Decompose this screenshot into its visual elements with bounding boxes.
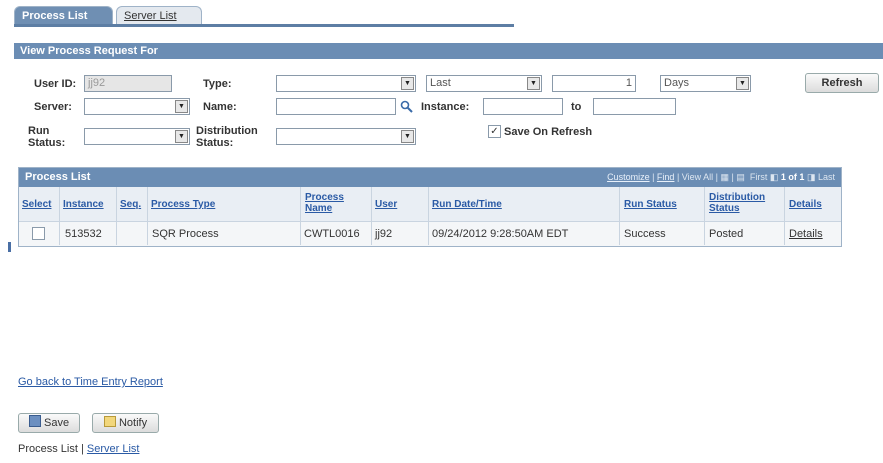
row-instance: 513532 [65, 228, 102, 240]
envelope-icon [103, 416, 116, 427]
name-field[interactable] [276, 98, 396, 115]
grid-toolbar: Customize | Find | View All | ▦ | ▤ Firs… [607, 172, 835, 182]
row-process-type: SQR Process [152, 228, 219, 240]
column-divider [784, 187, 785, 245]
view-all-link[interactable]: View All [682, 172, 713, 182]
user-id-field: jj92 [84, 75, 172, 92]
save-icon [28, 415, 41, 427]
bottom-process-list-link[interactable]: Process List [18, 443, 78, 455]
back-to-time-entry-link[interactable]: Go back to Time Entry Report [18, 376, 163, 388]
save-on-refresh-checkbox[interactable]: ✓ [488, 125, 501, 138]
distribution-status-label-line2: Status: [196, 137, 234, 149]
col-user[interactable]: User [375, 199, 397, 210]
col-select[interactable]: Select [22, 199, 51, 210]
tab-server-list[interactable]: Server List [116, 6, 202, 25]
find-link[interactable]: Find [657, 172, 675, 182]
user-id-label: User ID: [34, 78, 77, 90]
run-status-label-line2: Status: [28, 137, 66, 149]
column-divider [371, 187, 372, 245]
col-instance[interactable]: Instance [63, 199, 104, 210]
notify-button[interactable]: Notify [92, 413, 159, 433]
filter-section-header: View Process Request For [14, 43, 883, 59]
bottom-server-list-link[interactable]: Server List [87, 443, 140, 455]
col-details[interactable]: Details [789, 199, 822, 210]
bottom-link-separator: | [80, 443, 84, 455]
col-run-status[interactable]: Run Status [624, 199, 677, 210]
col-run-datetime[interactable]: Run Date/Time [432, 199, 502, 210]
row-select-checkbox[interactable] [32, 227, 45, 240]
server-label: Server: [34, 101, 72, 113]
col-process-name-line1[interactable]: Process [305, 192, 344, 203]
unit-select[interactable]: Days ▼ [660, 75, 751, 92]
range-indicator: 1 of 1 [780, 172, 805, 182]
chevron-down-icon[interactable]: ▼ [527, 77, 540, 90]
column-divider [116, 187, 117, 245]
col-process-name-line2[interactable]: Name [305, 203, 332, 214]
to-label: to [571, 101, 582, 113]
search-icon[interactable] [400, 100, 413, 113]
table-row: 513532 SQR Process CWTL0016 jj92 09/24/2… [19, 222, 841, 246]
process-list-header: Process List Customize | Find | View All… [19, 168, 841, 187]
col-distribution-status-line1[interactable]: Distribution [709, 192, 765, 203]
distribution-status-select[interactable]: ▼ [276, 128, 416, 145]
refresh-button[interactable]: Refresh [805, 73, 879, 93]
server-select[interactable]: ▼ [84, 98, 190, 115]
first-link[interactable]: First [750, 172, 768, 182]
tab-underline [14, 24, 514, 27]
instance-to-field[interactable] [593, 98, 676, 115]
download-icon[interactable]: ▦ [720, 172, 729, 182]
column-divider [300, 187, 301, 245]
scroll-marker [8, 242, 11, 252]
name-label: Name: [203, 101, 237, 113]
last-select-value: Last [430, 77, 451, 89]
tab-process-list[interactable]: Process List [14, 6, 113, 25]
first-arrow-icon[interactable]: ◧ [770, 172, 779, 182]
chevron-down-icon[interactable]: ▼ [736, 77, 749, 90]
process-list-title: Process List [25, 171, 91, 183]
chevron-down-icon[interactable]: ▼ [401, 130, 414, 143]
column-header-row: Select Instance Seq. Process Type Proces… [19, 187, 841, 222]
last-select[interactable]: Last ▼ [426, 75, 542, 92]
row-distribution-status: Posted [709, 228, 744, 240]
customize-link[interactable]: Customize [607, 172, 650, 182]
type-select[interactable]: ▼ [276, 75, 416, 92]
run-status-label-line1: Run [28, 125, 50, 137]
distribution-status-label-line1: Distribution [196, 125, 258, 137]
column-divider [59, 187, 60, 245]
column-divider [147, 187, 148, 245]
row-run-status: Success [624, 228, 666, 240]
col-process-type[interactable]: Process Type [151, 199, 215, 210]
bottom-navigation: Process List | Server List [18, 443, 139, 455]
column-divider [704, 187, 705, 245]
type-label: Type: [203, 78, 232, 90]
save-button-label: Save [43, 417, 70, 429]
last-arrow-icon[interactable]: ◨ [807, 172, 816, 182]
unit-select-value: Days [664, 77, 690, 89]
chevron-down-icon[interactable]: ▼ [175, 130, 188, 143]
chart-icon[interactable]: ▤ [736, 172, 745, 182]
row-details-link[interactable]: Details [789, 228, 823, 241]
col-distribution-status-line2[interactable]: Status [709, 203, 740, 214]
col-seq[interactable]: Seq. [120, 199, 141, 210]
save-on-refresh-label: Save On Refresh [504, 126, 593, 138]
row-run-datetime: 09/24/2012 9:28:50AM EDT [432, 228, 569, 240]
row-process-name: CWTL0016 [304, 228, 360, 240]
instance-label: Instance: [421, 101, 470, 113]
row-user: jj92 [375, 228, 393, 240]
save-button[interactable]: Save [18, 413, 80, 433]
run-status-select[interactable]: ▼ [84, 128, 190, 145]
chevron-down-icon[interactable]: ▼ [175, 100, 188, 113]
column-divider [428, 187, 429, 245]
notify-button-label: Notify [118, 417, 148, 429]
process-list-grid: Process List Customize | Find | View All… [18, 167, 842, 247]
column-divider [619, 187, 620, 245]
chevron-down-icon[interactable]: ▼ [401, 77, 414, 90]
instance-from-field[interactable] [483, 98, 563, 115]
count-field[interactable]: 1 [552, 75, 636, 92]
last-link[interactable]: Last [818, 172, 835, 182]
